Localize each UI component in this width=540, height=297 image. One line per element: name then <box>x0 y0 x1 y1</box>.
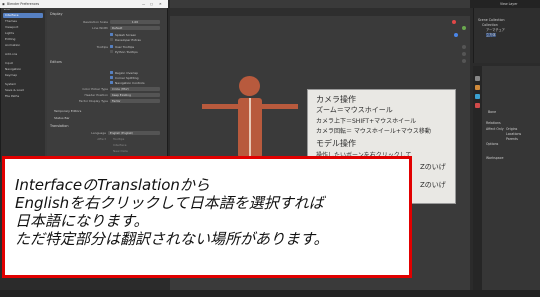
language-label: Language <box>91 131 106 135</box>
section-translation[interactable]: Translation <box>50 124 68 128</box>
outliner-scene-collection[interactable]: Scene Collection <box>478 18 505 22</box>
modifier-icon[interactable] <box>475 94 480 99</box>
developer-extras-checkbox[interactable] <box>110 38 113 41</box>
corner-splitting-checkbox[interactable] <box>110 76 113 79</box>
material-icon[interactable] <box>475 103 480 108</box>
minimize-icon[interactable]: — <box>142 2 145 6</box>
viewport-header <box>170 8 470 16</box>
bone-icon <box>249 98 251 156</box>
language-select[interactable]: English (English) <box>108 131 160 135</box>
interface-translation-label[interactable]: Interface <box>113 143 126 147</box>
note-line: Zのいげ <box>420 163 446 171</box>
subtitle-line: InterfaceのTranslationから <box>15 176 210 194</box>
note-line: カメラ上下＝SHIFT+マウスホイール <box>316 118 417 125</box>
navigation-controls-label: Navigation Controls <box>115 80 145 85</box>
gizmo-z-icon[interactable] <box>454 33 458 37</box>
object-icon[interactable] <box>475 85 480 90</box>
zoom-icon[interactable] <box>462 45 466 49</box>
navigation-controls-checkbox[interactable] <box>110 81 113 84</box>
preferences-sidebar: Interface Themes Viewport Lights Editing… <box>1 10 45 162</box>
new-data-translation-label[interactable]: New Data <box>113 149 128 153</box>
sidebar-item-input[interactable]: Input <box>3 61 43 66</box>
subtitle-line: ただ特定部分は翻訳されない場所があります。 <box>15 230 329 248</box>
color-picker-label: Color Picker Type <box>82 87 108 91</box>
section-status-bar[interactable]: Status Bar <box>54 116 70 120</box>
camera-icon[interactable] <box>462 59 466 63</box>
factor-display-label: Factor Display Type <box>78 99 108 103</box>
window-title: Blender Preferences <box>7 2 40 6</box>
factor-display-select[interactable]: Factor <box>110 99 160 103</box>
prop-label[interactable]: Locations <box>506 132 521 136</box>
outliner-panel: Scene Collection Collection アーマチュア 立方体 <box>473 8 540 63</box>
developer-extras-label: Developer Extras <box>115 37 141 42</box>
object-name-field[interactable]: Bone <box>488 110 496 114</box>
outliner-item[interactable]: 立方体 <box>486 33 496 37</box>
python-tooltips-label: Python Tooltips <box>115 49 138 54</box>
python-tooltips-checkbox[interactable] <box>110 50 113 53</box>
gizmo-x-icon[interactable] <box>452 20 456 24</box>
properties-tabs <box>473 66 482 297</box>
section-display[interactable]: Display <box>50 12 63 16</box>
sidebar-item-themes[interactable]: Themes <box>3 19 43 24</box>
subtitle-line: Englishを右クリックして日本語を選択すれば <box>15 194 324 212</box>
sidebar-item-keymap[interactable]: Keymap <box>3 73 43 78</box>
outliner-item[interactable]: Collection <box>482 23 498 27</box>
outliner-item[interactable]: アーマチュア <box>486 28 505 32</box>
tooltips-translation-label[interactable]: Tooltips <box>113 137 124 141</box>
note-line: ズーム＝マウスホイール <box>316 106 393 114</box>
sidebar-item-save-load[interactable]: Save & Load <box>3 88 43 93</box>
subtitle-box: InterfaceのTranslationから Englishを右クリックして日… <box>2 156 412 278</box>
region-overlap-label: Region Overlap <box>115 70 139 75</box>
user-tooltips-label: User Tooltips <box>115 44 135 49</box>
section-editors[interactable]: Editors <box>50 60 62 64</box>
mannequin-head[interactable] <box>239 76 260 96</box>
region-overlap-checkbox[interactable] <box>110 71 113 74</box>
prop-label[interactable]: Relations <box>486 121 501 125</box>
subtitle-line: 日本語になります。 <box>15 212 149 230</box>
note-line: カメラ操作 <box>316 95 356 104</box>
view-layer-selector[interactable]: View Layer <box>500 2 517 6</box>
sidebar-item-animation[interactable]: Animation <box>3 43 43 48</box>
user-tooltips-checkbox[interactable] <box>110 45 113 48</box>
color-picker-select[interactable]: Circle (HSV) <box>110 87 160 91</box>
note-line: モデル操作 <box>316 139 356 148</box>
prop-label[interactable]: Origins <box>506 127 517 131</box>
line-width-select[interactable]: Default <box>110 26 160 30</box>
resolution-scale-label: Resolution Scale <box>83 20 108 24</box>
corner-splitting-label: Corner Splitting <box>115 75 139 80</box>
sidebar-item-system[interactable]: System <box>3 82 43 87</box>
note-line: Zのいげ <box>420 181 446 189</box>
blender-icon: ◉ <box>2 2 5 6</box>
section-temporary-editors[interactable]: Temporary Editors <box>54 109 81 113</box>
splash-screen-checkbox[interactable] <box>110 33 113 36</box>
tooltips-label: Tooltips <box>96 45 108 49</box>
sidebar-item-viewport[interactable]: Viewport <box>3 25 43 30</box>
pan-icon[interactable] <box>462 52 466 56</box>
properties-panel: Bone Relations Affect Only Origins Locat… <box>473 66 540 297</box>
sidebar-item-navigation[interactable]: Navigation <box>3 67 43 72</box>
sidebar-item-addons[interactable]: Add-ons <box>3 52 43 57</box>
line-width-label: Line Width <box>92 26 108 30</box>
tool-icon[interactable] <box>475 76 480 81</box>
header-position-label: Header Position <box>84 93 108 97</box>
sidebar-item-interface[interactable]: Interface <box>3 13 43 18</box>
sidebar-item-file-paths[interactable]: File Paths <box>3 94 43 99</box>
status-bar <box>0 290 540 297</box>
affect-label: Affect <box>97 137 106 141</box>
splash-screen-label: Splash Screen <box>115 32 137 37</box>
prop-label[interactable]: Workspace <box>486 156 503 160</box>
close-icon[interactable]: ✕ <box>159 2 162 6</box>
gizmo-y-icon[interactable] <box>462 26 466 30</box>
prop-label[interactable]: Options <box>486 142 498 146</box>
resolution-scale-field[interactable]: 1.00 <box>110 20 160 24</box>
prop-label[interactable]: Parents <box>506 137 518 141</box>
sidebar-item-editing[interactable]: Editing <box>3 37 43 42</box>
preferences-titlebar[interactable]: ◉ Blender Preferences — ▢ ✕ <box>0 0 168 8</box>
maximize-icon[interactable]: ▢ <box>150 2 153 6</box>
sidebar-item-lights[interactable]: Lights <box>3 31 43 36</box>
note-line: カメラ回転＝ マウスホイール+マウス移動 <box>316 128 431 135</box>
header-position-select[interactable]: Keep Existing <box>110 93 160 97</box>
prop-label: Affect Only <box>486 127 504 131</box>
